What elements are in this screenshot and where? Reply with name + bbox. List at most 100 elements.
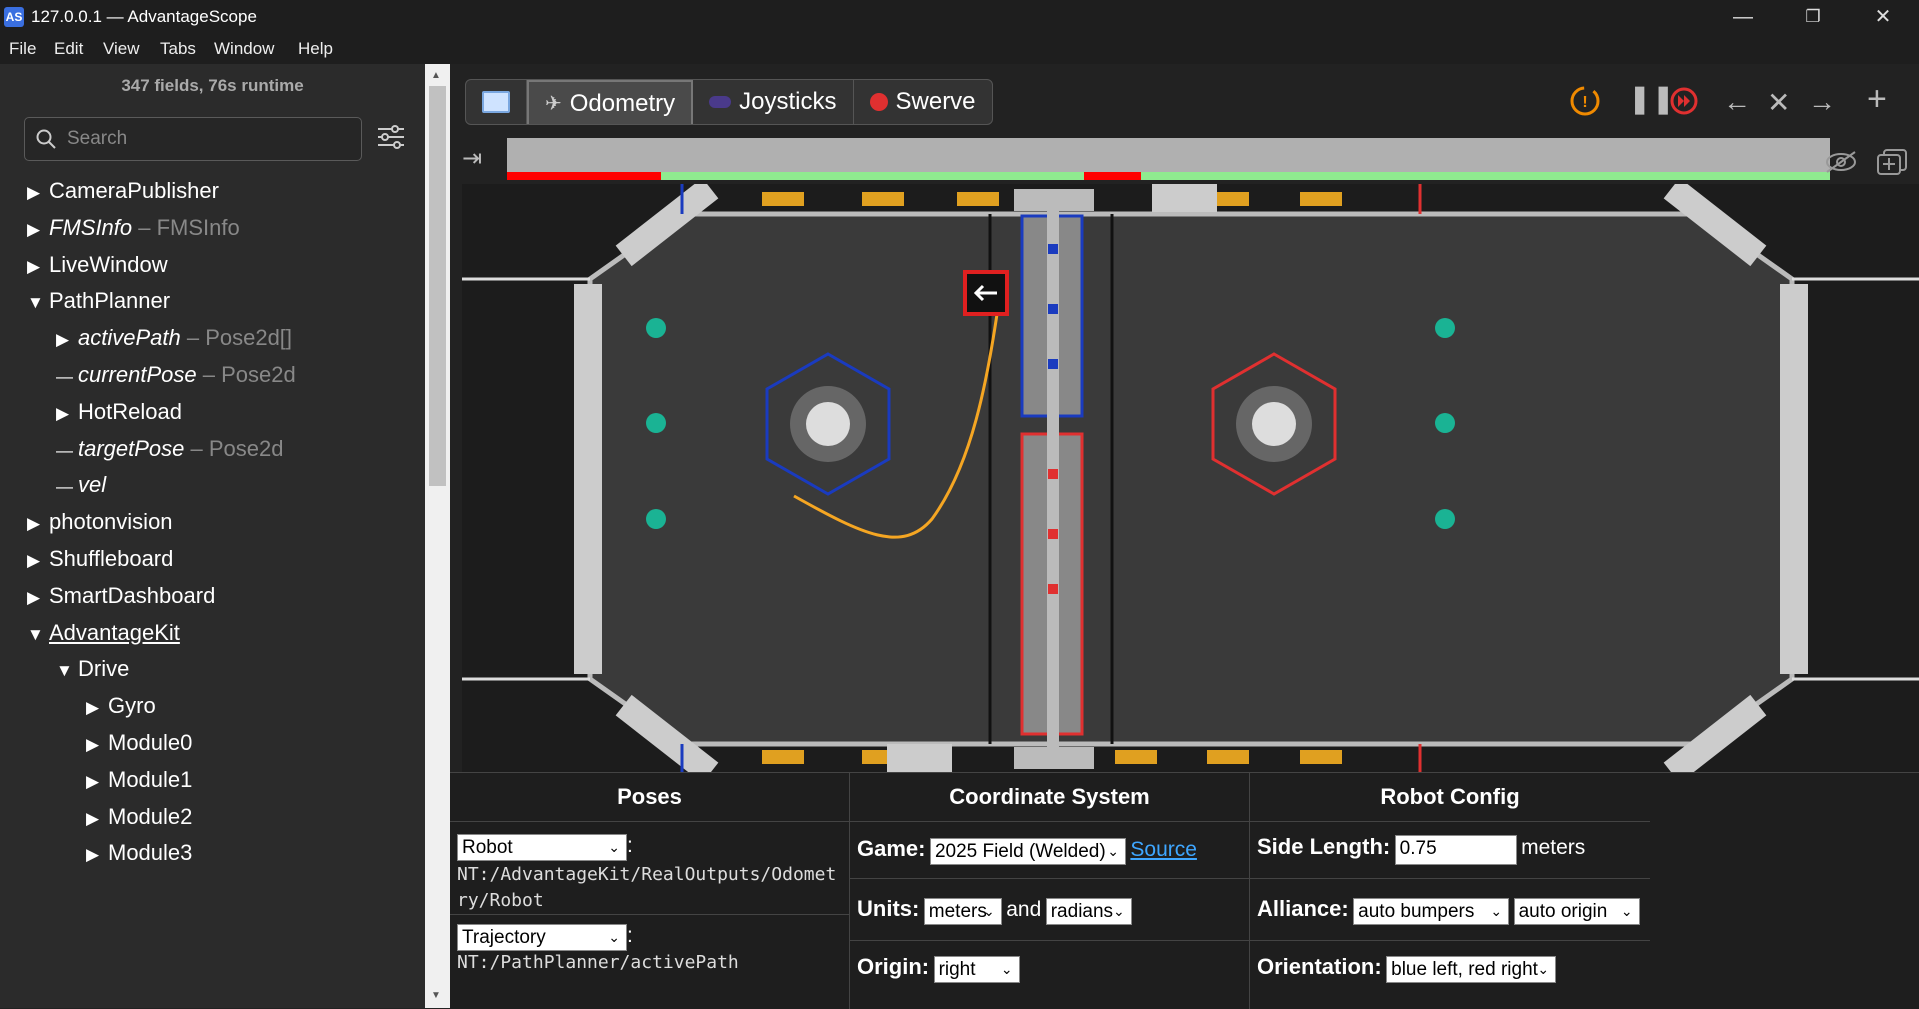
map-icon: ✈: [545, 93, 562, 115]
pose-item: Trajectory ⌄: NT:/PathPlanner/activePath: [450, 914, 849, 1009]
tab-bar: ✈ Odometry Joysticks Swerve: [465, 79, 993, 125]
close-icon[interactable]: ✕: [1767, 86, 1790, 119]
restore-icon[interactable]: ❐: [1785, 0, 1841, 34]
side-length-unit: meters: [1521, 836, 1586, 859]
timeline-auto-segment: [661, 172, 1084, 180]
tree-item[interactable]: ▶ Module1: [86, 760, 192, 800]
alliance-label: Alliance:: [1257, 896, 1349, 921]
tree-item[interactable]: ▶ CameraPublisher: [27, 171, 219, 211]
alliance-value: auto bumpers: [1358, 901, 1475, 923]
tree-item-label: Module0: [108, 730, 193, 755]
tree-item-label: Shuffleboard: [49, 546, 174, 571]
tree-item[interactable]: ▼ Drive: [56, 649, 129, 689]
sidebar-scrollbar[interactable]: ▲ ▼: [425, 64, 450, 1008]
alliance-row: Alliance: auto bumpers ⌄ auto origin ⌄: [1250, 878, 1650, 941]
tab-joysticks[interactable]: Joysticks: [693, 80, 854, 124]
pose-type-select[interactable]: Trajectory ⌄: [457, 924, 627, 952]
tree-item[interactable]: ▶ photonvision: [27, 502, 173, 542]
tree-item[interactable]: ▶ Module0: [86, 723, 192, 763]
tree-item-type: – Pose2d: [196, 362, 296, 387]
tree-item[interactable]: ▶ LiveWindow: [27, 245, 168, 285]
origin-select[interactable]: right ⌄: [933, 956, 1020, 984]
tab-swerve[interactable]: Swerve: [854, 80, 992, 124]
coordinate-header: Coordinate System: [850, 773, 1249, 822]
angle-units-select[interactable]: radians ⌄: [1045, 898, 1132, 926]
arrow-right-icon[interactable]: →: [1808, 86, 1836, 118]
tree-item[interactable]: ▶ activePath – Pose2d[]: [56, 318, 292, 358]
side-length-input[interactable]: 0.75: [1394, 834, 1517, 865]
tree-item[interactable]: ▶ Module2: [86, 797, 192, 837]
chevron-down-icon: ⌄: [983, 903, 995, 920]
side-length-value: 0.75: [1399, 837, 1437, 859]
game-select[interactable]: 2025 Field (Welded) ⌄: [929, 838, 1126, 866]
tree-item[interactable]: ▶ Module3: [86, 833, 192, 873]
timeline-disabled-segment-2: [1084, 172, 1141, 180]
tree-item[interactable]: ▶ FMSInfo – FMSInfo: [27, 208, 240, 248]
source-link[interactable]: Source: [1130, 838, 1197, 861]
poses-column: Poses Robot ⌄: NT:/AdvantageKit/RealOutpu…: [450, 773, 850, 1009]
filter-settings-icon[interactable]: [376, 124, 406, 150]
triangle-down-icon: ▼: [27, 293, 44, 313]
tree-item[interactable]: ▶ Shuffleboard: [27, 539, 173, 579]
side-length-row: Side Length: 0.75 meters: [1250, 822, 1650, 879]
chevron-down-icon: ⌄: [608, 839, 620, 856]
orientation-select[interactable]: blue left, red right ⌄: [1386, 956, 1557, 984]
config-panel: Poses Robot ⌄: NT:/AdvantageKit/RealOutpu…: [450, 772, 1919, 1009]
scroll-up-icon[interactable]: ▲: [431, 70, 441, 81]
search-input[interactable]: Search: [24, 117, 362, 161]
pose-type-select[interactable]: Robot ⌄: [457, 834, 627, 862]
side-length-label: Side Length:: [1257, 834, 1391, 859]
tab-odometry[interactable]: ✈ Odometry: [527, 80, 694, 124]
tree-item[interactable]: ▶ SmartDashboard: [27, 576, 215, 616]
menu-view[interactable]: View: [103, 34, 140, 64]
tab-swerve-label: Swerve: [895, 88, 976, 115]
tree-item-label: Module2: [108, 803, 193, 829]
pose-item: Robot ⌄: NT:/AdvantageKit/RealOutputs/Odo…: [450, 822, 849, 915]
alliance-origin-select[interactable]: auto origin ⌄: [1513, 898, 1640, 926]
menu-file[interactable]: File: [9, 34, 36, 64]
arrow-left-icon[interactable]: ←: [1723, 86, 1751, 118]
red-driver-station: [1780, 284, 1808, 674]
alliance-select[interactable]: auto bumpers ⌄: [1353, 898, 1510, 926]
tree-item[interactable]: ▼ PathPlanner: [27, 281, 170, 321]
tree-item-label: Module3: [108, 840, 193, 866]
tree-item[interactable]: — currentPose – Pose2d: [56, 355, 296, 395]
menu-window[interactable]: Window: [214, 34, 274, 64]
tree-item[interactable]: — vel: [56, 465, 106, 505]
menu-help[interactable]: Help: [298, 34, 333, 64]
and-text: and: [1006, 898, 1042, 921]
plus-icon[interactable]: +: [1867, 80, 1887, 119]
odometry-field[interactable]: [462, 184, 1919, 772]
pause-icon[interactable]: ❚❚: [1628, 82, 1675, 115]
close-window-icon[interactable]: ✕: [1855, 0, 1911, 34]
origin-label: Origin:: [857, 954, 930, 979]
tree-item[interactable]: ▼ AdvantageKit: [27, 613, 180, 653]
title-bar: AS 127.0.0.1 — AdvantageScope — ❐ ✕: [0, 0, 1919, 34]
menu-bar: File Edit View Tabs Window Help: [0, 34, 1919, 64]
collapse-sidebar-icon[interactable]: ⇥: [462, 144, 482, 173]
popup-window-icon[interactable]: [1876, 148, 1908, 176]
menu-edit[interactable]: Edit: [54, 34, 83, 64]
timeline-bar[interactable]: [507, 138, 1830, 172]
orientation-wrap: Orientation: blue left, red right ⌄: [1257, 954, 1557, 984]
tree-item[interactable]: — targetPose – Pose2d: [56, 429, 283, 469]
triangle-right-icon: ▶: [86, 845, 100, 865]
pose-type-wrap: Robot ⌄:: [457, 834, 633, 862]
tree-item-label: Module1: [108, 766, 193, 792]
units-select[interactable]: meters ⌄: [923, 898, 1002, 926]
live-icon[interactable]: [1669, 86, 1699, 116]
menu-tabs[interactable]: Tabs: [160, 34, 196, 64]
tree-item[interactable]: ▶ HotReload: [56, 392, 182, 432]
minimize-icon[interactable]: —: [1715, 0, 1771, 34]
book-icon: [482, 91, 510, 113]
scroll-thumb[interactable]: [429, 86, 446, 486]
scroll-down-icon[interactable]: ▼: [431, 990, 441, 1001]
tree-item[interactable]: ▶ Gyro: [86, 686, 156, 726]
search-placeholder: Search: [67, 128, 128, 149]
tab-docs[interactable]: [466, 80, 527, 124]
tree-item-label: SmartDashboard: [49, 582, 216, 608]
chevron-down-icon: ⌄: [608, 929, 620, 946]
hide-icon[interactable]: [1823, 150, 1859, 174]
app-icon: AS: [4, 7, 24, 27]
sync-warning-icon[interactable]: !: [1568, 84, 1602, 118]
